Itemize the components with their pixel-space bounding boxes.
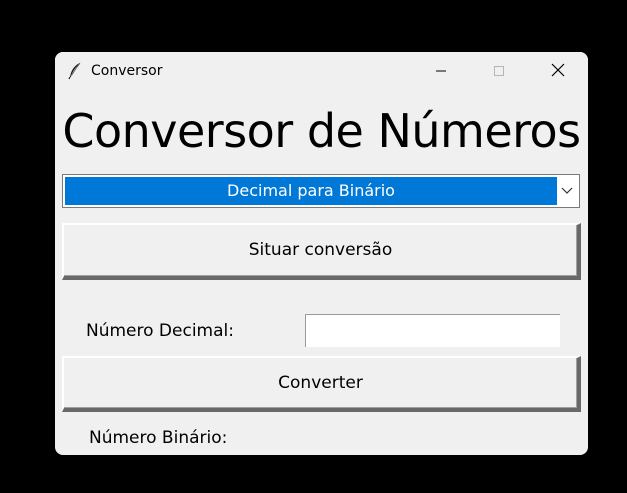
situar-conversao-button[interactable]: Situar conversão xyxy=(62,223,581,280)
title-bar[interactable]: Conversor xyxy=(55,52,588,90)
close-icon xyxy=(551,62,565,81)
decimal-input-label: Número Decimal: xyxy=(86,321,234,341)
decimal-input[interactable] xyxy=(305,314,560,347)
window-title: Conversor xyxy=(91,63,163,79)
binary-result-label: Número Binário: xyxy=(89,428,228,448)
maximize-icon xyxy=(493,62,505,81)
conversion-type-select[interactable]: Decimal para Binário xyxy=(62,174,580,208)
chevron-down-icon[interactable] xyxy=(557,177,577,205)
maximize-button[interactable] xyxy=(476,52,522,90)
minimize-button[interactable] xyxy=(418,52,464,90)
conversion-type-selected[interactable]: Decimal para Binário xyxy=(65,177,557,205)
page-title: Conversor de Números xyxy=(62,104,581,158)
minimize-icon xyxy=(435,62,447,81)
feather-icon xyxy=(67,62,83,80)
app-window: Conversor Conversor de Números Decimal p… xyxy=(55,52,588,455)
close-button[interactable] xyxy=(535,52,581,90)
converter-button[interactable]: Converter xyxy=(62,356,581,412)
